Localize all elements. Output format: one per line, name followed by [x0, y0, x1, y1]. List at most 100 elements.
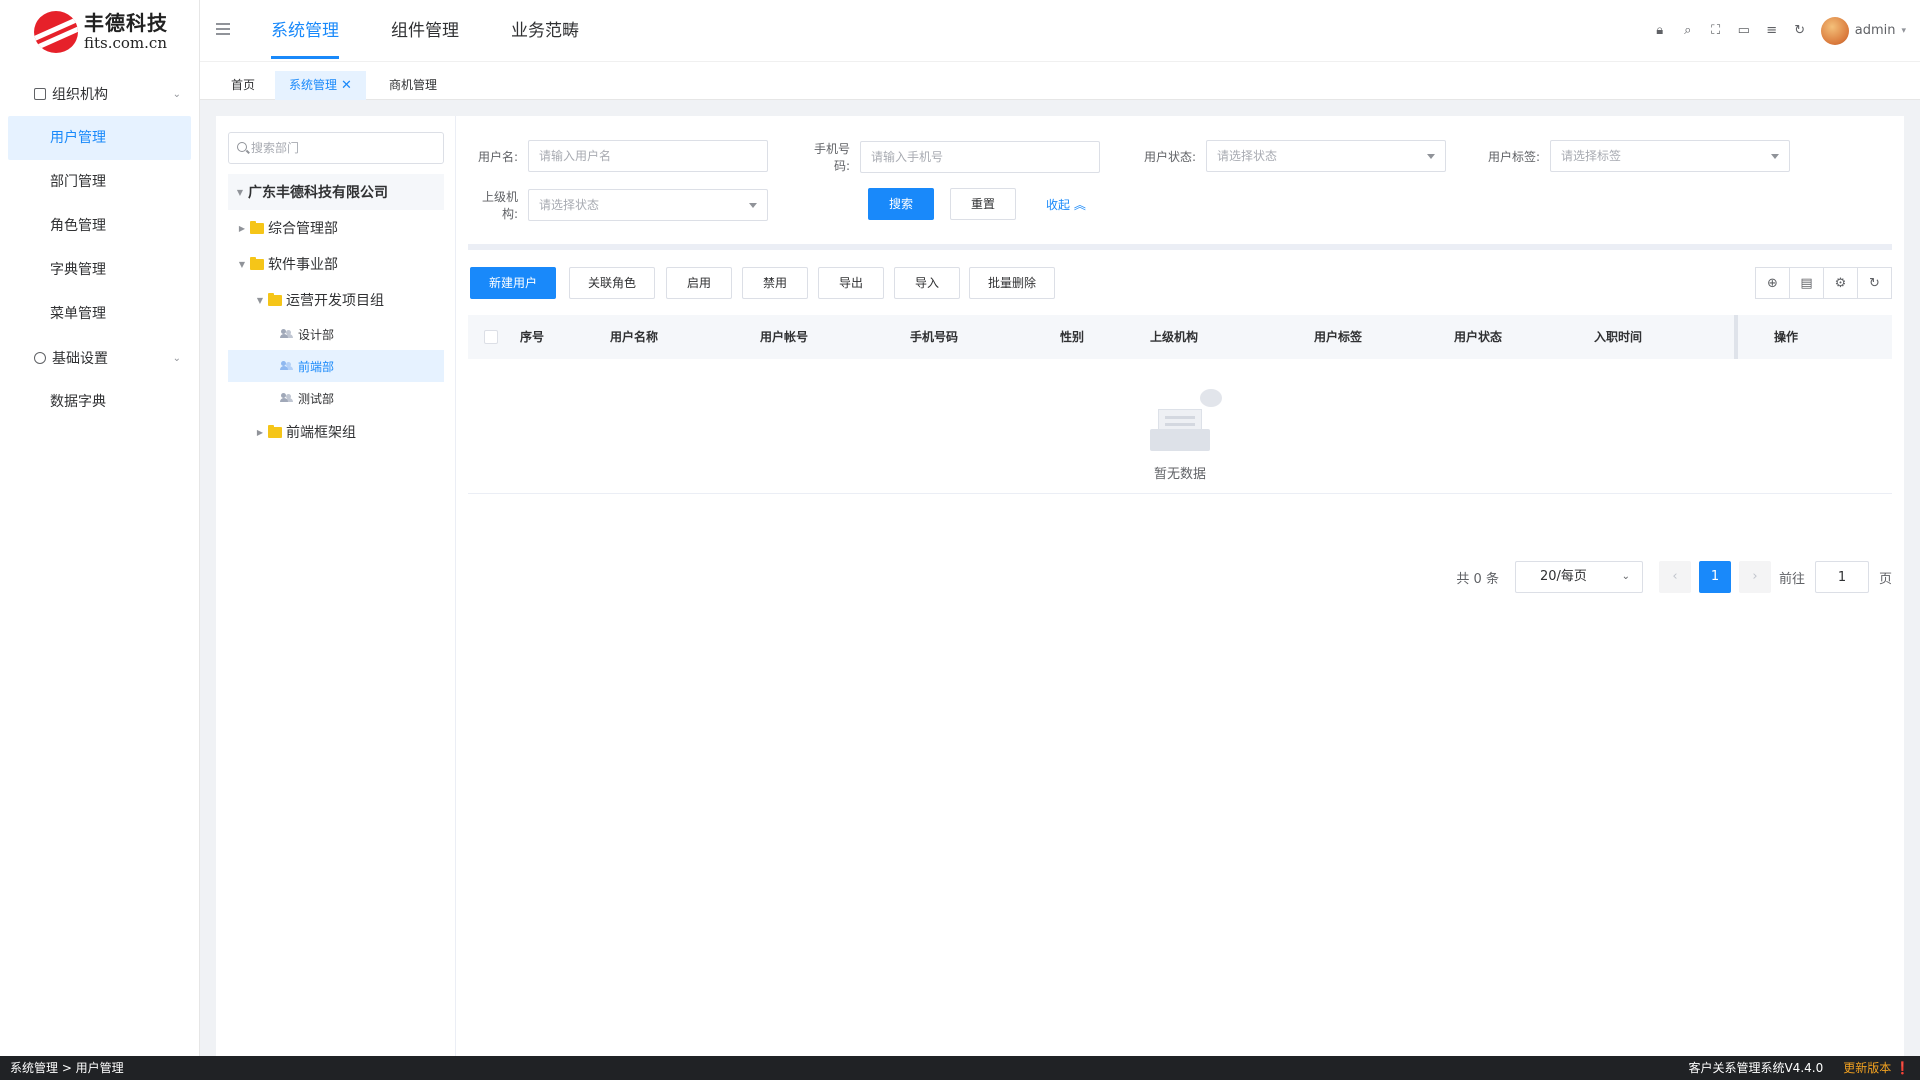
chevron-down-icon: ⌄ [172, 88, 181, 100]
collapse-link[interactable]: 收起 ︽ [1046, 196, 1086, 213]
header-tools: 🔒︎ ⌕ ⛶ ▭ ≡ ↻ admin ▾ [1639, 0, 1906, 61]
phone-input[interactable] [861, 142, 1099, 172]
next-page-button[interactable]: › [1738, 561, 1771, 593]
search-icon[interactable]: ⌕ [1681, 23, 1695, 38]
dept-search[interactable] [228, 132, 444, 164]
chevron-down-icon: ⌄ [172, 352, 181, 364]
side-menu: 组织机构 ⌄ 用户管理 部门管理 角色管理 字典管理 菜单管理 基础设置 ⌄ 数… [0, 72, 199, 424]
topnav-business[interactable]: 业务范畴 [496, 0, 604, 61]
tab-label: 系统管理 [289, 78, 338, 92]
section-divider [468, 244, 1892, 250]
tab-system[interactable]: 系统管理 ✕ [275, 71, 366, 100]
org-select-input[interactable] [529, 190, 767, 220]
message-icon[interactable]: ▭ [1737, 23, 1751, 38]
logo-mark-icon [34, 11, 78, 53]
select-all-checkbox[interactable] [484, 330, 498, 344]
caret-down-icon[interactable]: ▼ [234, 188, 246, 197]
export-button[interactable]: 导出 [818, 267, 884, 299]
tree-node[interactable]: 设计部 [228, 318, 444, 350]
column-header[interactable]: 手机号码 [910, 315, 958, 359]
refresh-icon[interactable]: ↻ [1857, 267, 1892, 299]
username-input[interactable] [529, 141, 767, 171]
tree-node[interactable]: ▶ 综合管理部 [228, 210, 444, 246]
column-header: 操作 [1774, 330, 1799, 344]
filter-label: 用户状态: [1143, 149, 1196, 164]
topnav-components[interactable]: 组件管理 [376, 0, 484, 61]
calendar-icon[interactable]: ▤ [1789, 267, 1824, 299]
tag-select-input[interactable] [1551, 141, 1789, 171]
link-role-button[interactable]: 关联角色 [569, 267, 655, 299]
settings-sliders-icon[interactable]: ≡ [1765, 23, 1779, 38]
status-select[interactable] [1206, 140, 1446, 172]
page-number[interactable]: 1 [1698, 561, 1731, 593]
tree-node-selected[interactable]: 前端部 [228, 350, 444, 382]
goto-page-input[interactable] [1815, 562, 1868, 592]
refresh-icon[interactable]: ↻ [1793, 23, 1807, 38]
menu-item-departments[interactable]: 部门管理 [8, 160, 191, 204]
update-version-link[interactable]: 更新版本 ❗ [1843, 1056, 1910, 1080]
tree-node[interactable]: ▼ 软件事业部 [228, 246, 444, 282]
menu-item-menus[interactable]: 菜单管理 [8, 292, 191, 336]
topnav-system[interactable]: 系统管理 [256, 0, 364, 61]
filter-org: 上级机构: [468, 188, 768, 222]
menu-item-users[interactable]: 用户管理 [8, 116, 191, 160]
column-header[interactable]: 序号 [520, 315, 544, 359]
enable-button[interactable]: 启用 [666, 267, 732, 299]
column-header[interactable]: 性别 [1060, 315, 1084, 359]
group-icon [280, 393, 293, 403]
tab-opportunities[interactable]: 商机管理 [375, 71, 451, 100]
tree-node-root[interactable]: ▼ 广东丰德科技有限公司 [228, 174, 444, 210]
page-size-select[interactable]: 20/每页 ⌄ [1514, 561, 1643, 593]
goto-page-field[interactable] [1814, 561, 1869, 593]
lock-icon[interactable]: 🔒︎ [1653, 23, 1667, 38]
org-select[interactable] [528, 189, 768, 221]
tag-select[interactable] [1550, 140, 1790, 172]
filter-tag: 用户标签: [1484, 140, 1790, 172]
column-header[interactable]: 用户标签 [1314, 315, 1362, 359]
menu-toggle-icon[interactable] [216, 23, 230, 35]
menu-item-roles[interactable]: 角色管理 [8, 204, 191, 248]
column-header[interactable]: 上级机构 [1150, 315, 1198, 359]
new-user-button[interactable]: 新建用户 [470, 267, 556, 299]
column-header[interactable]: 用户帐号 [760, 315, 808, 359]
fullscreen-icon[interactable]: ⛶ [1709, 23, 1723, 38]
reset-button[interactable]: 重置 [950, 188, 1016, 220]
caret-right-icon[interactable]: ▶ [254, 428, 266, 437]
logo[interactable]: 丰德科技 fits.com.cn [0, 0, 199, 64]
user-name[interactable]: admin [1855, 23, 1896, 38]
caret-down-icon[interactable]: ▼ [254, 296, 266, 305]
column-header[interactable]: 用户状态 [1454, 315, 1502, 359]
tree-node[interactable]: ▼ 运营开发项目组 [228, 282, 444, 318]
import-button[interactable]: 导入 [894, 267, 960, 299]
tree-node[interactable]: 测试部 [228, 382, 444, 414]
gear-icon[interactable]: ⚙ [1823, 267, 1858, 299]
menu-group-basic-settings[interactable]: 基础设置 ⌄ [0, 336, 199, 380]
username-field[interactable] [528, 140, 768, 172]
user-list-panel: 用户名: 手机号码: 用户状态: 用户标签: [456, 116, 1904, 1056]
search-button[interactable]: 搜索 [868, 188, 934, 220]
tree-node-label: 广东丰德科技有限公司 [248, 185, 388, 201]
menu-item-data-dictionary[interactable]: 数据字典 [8, 380, 191, 424]
batch-delete-button[interactable]: 批量删除 [969, 267, 1055, 299]
tab-label: 商机管理 [389, 78, 438, 92]
menu-item-dictionary[interactable]: 字典管理 [8, 248, 191, 292]
column-header[interactable]: 入职时间 [1594, 315, 1642, 359]
disable-button[interactable]: 禁用 [742, 267, 808, 299]
status-select-input[interactable] [1207, 141, 1445, 171]
sidebar: 丰德科技 fits.com.cn 组织机构 ⌄ 用户管理 部门管理 角色管理 字… [0, 0, 200, 1056]
column-header[interactable]: 用户名称 [610, 315, 658, 359]
dept-search-input[interactable] [251, 133, 441, 163]
tab-home[interactable]: 首页 [217, 71, 269, 100]
phone-field[interactable] [860, 141, 1100, 173]
avatar[interactable] [1820, 16, 1849, 45]
close-icon[interactable]: ✕ [341, 78, 352, 93]
tree-node[interactable]: ▶ 前端框架组 [228, 414, 444, 450]
menu-group-org[interactable]: 组织机构 ⌄ [0, 72, 199, 116]
chevron-down-icon[interactable]: ▾ [1901, 26, 1906, 36]
zoom-search-icon[interactable]: ⊕ [1755, 267, 1790, 299]
group-icon [280, 361, 293, 371]
caret-down-icon[interactable]: ▼ [236, 260, 248, 269]
prev-page-button[interactable]: ‹ [1658, 561, 1691, 593]
alert-icon: ❗ [1891, 1061, 1910, 1075]
caret-right-icon[interactable]: ▶ [236, 224, 248, 233]
